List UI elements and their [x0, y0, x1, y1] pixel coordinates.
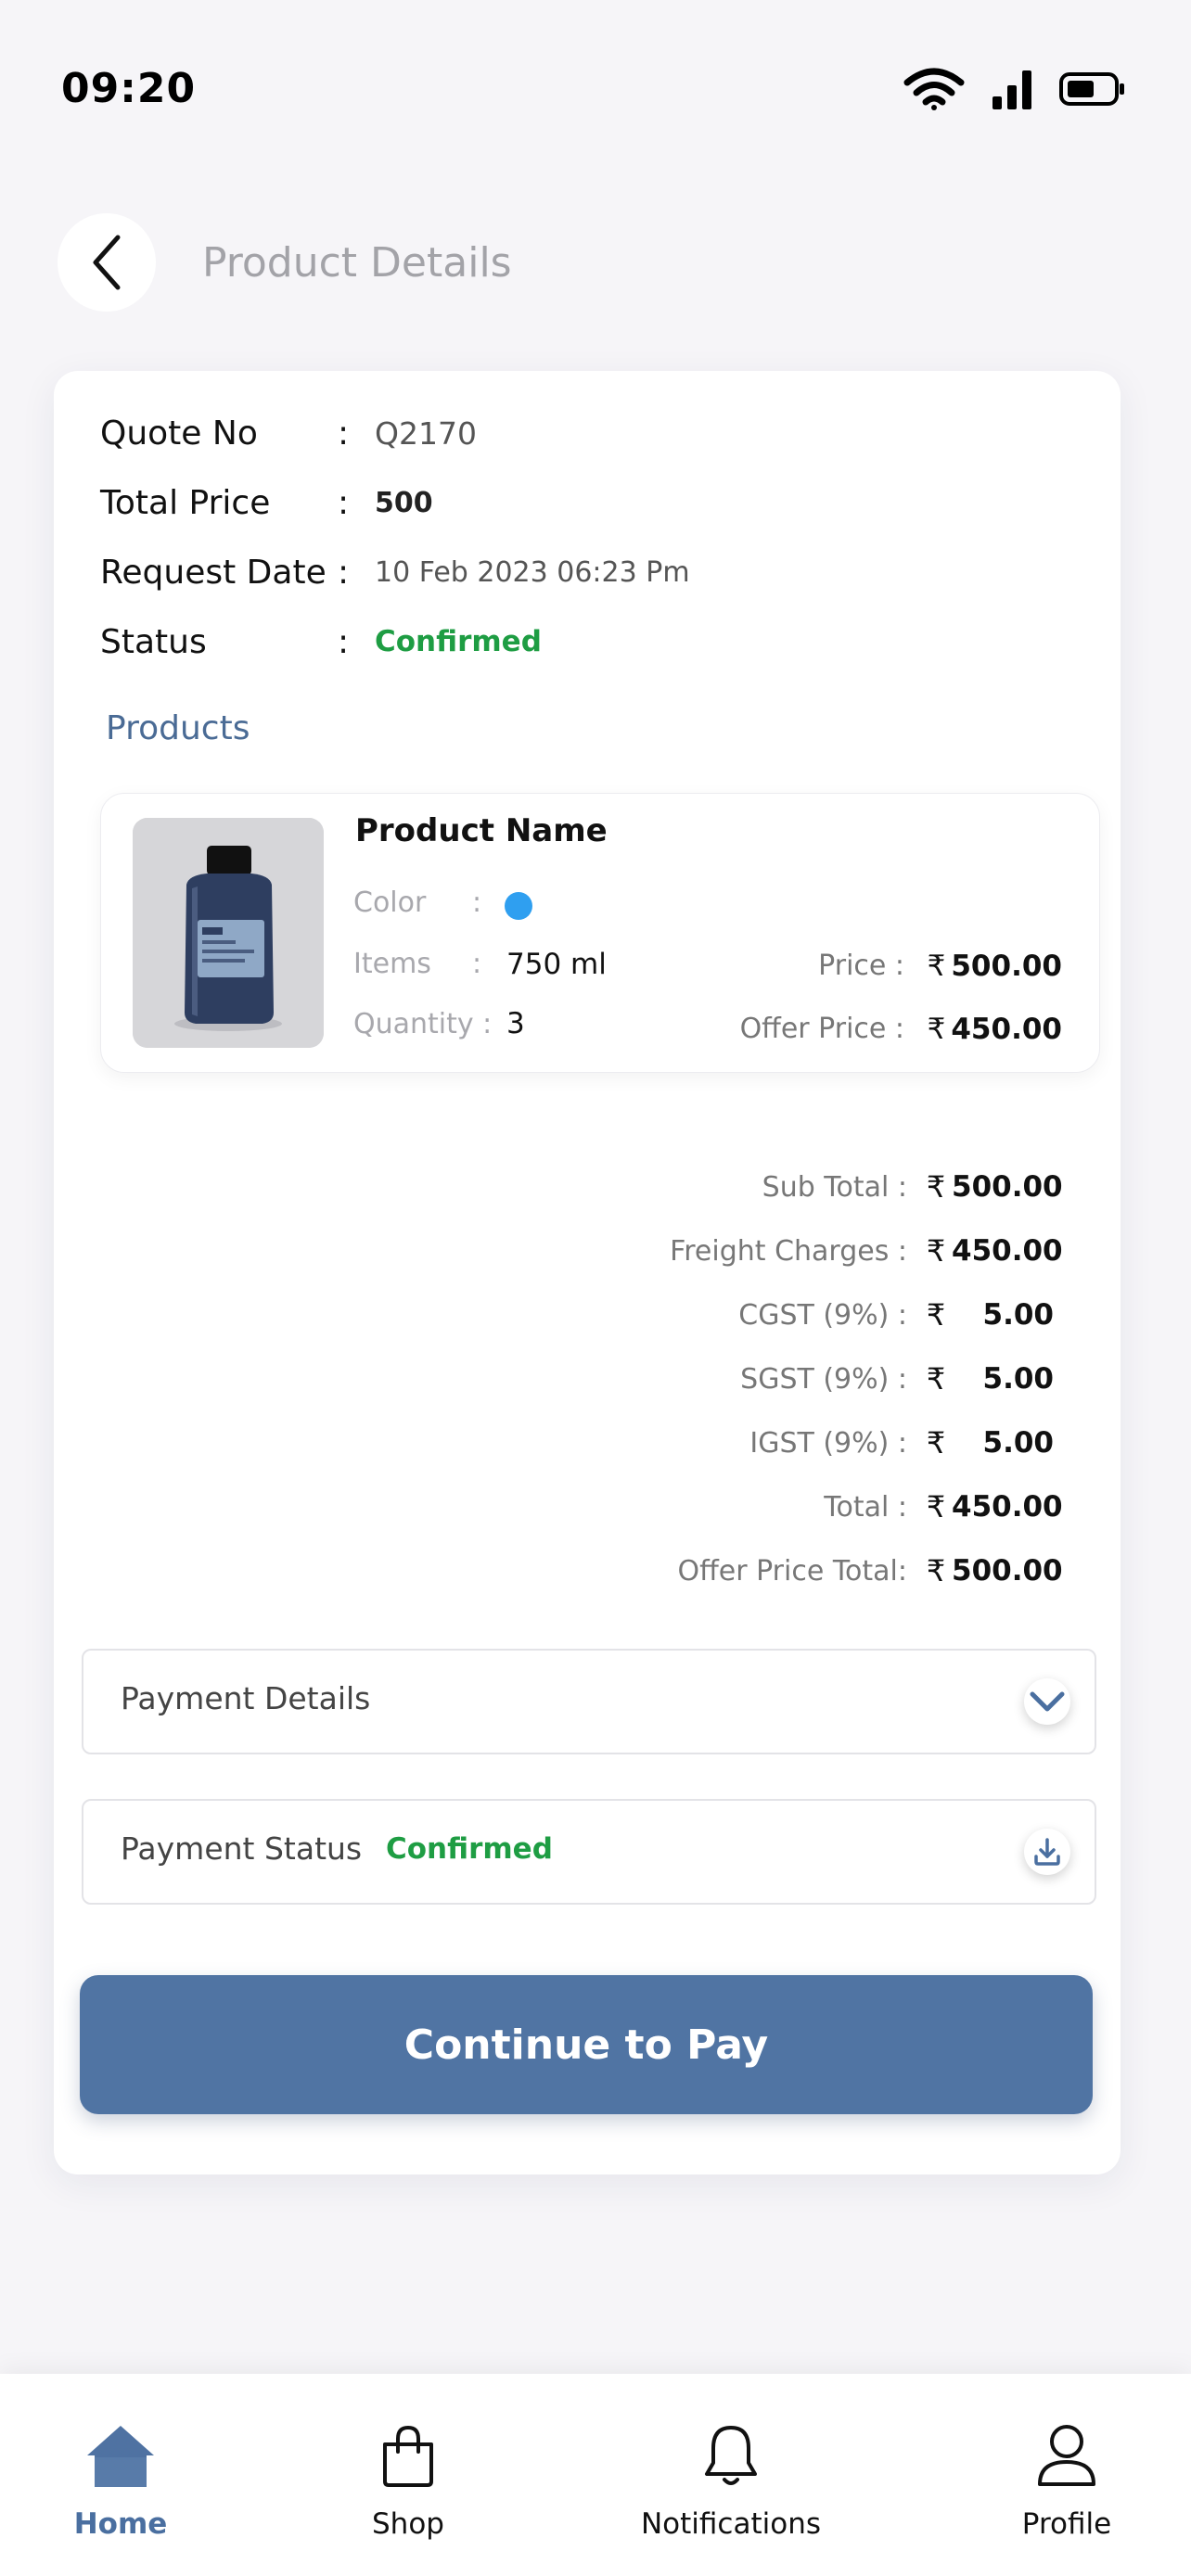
color-label: Color: [353, 886, 427, 919]
continue-to-pay-button[interactable]: Continue to Pay: [80, 1975, 1093, 2114]
colon: :: [338, 622, 350, 661]
chevron-down-icon: [1030, 1691, 1065, 1712]
total-price-row: Total Price : 500: [100, 475, 433, 530]
price-label: Price :: [818, 950, 904, 982]
nav-label-notifications: Notifications: [640, 2507, 822, 2541]
offer-price-label: Offer Price :: [739, 1013, 904, 1045]
offer-price-total-value: 500.00: [952, 1554, 1063, 1588]
ink-bottle-icon: [133, 818, 324, 1048]
shopping-bag-icon: [379, 2418, 437, 2493]
colon: :: [338, 553, 350, 592]
sub-total-value: 500.00: [952, 1170, 1063, 1204]
back-button[interactable]: [58, 213, 156, 312]
colon: :: [472, 886, 482, 919]
quote-no-label: Quote No: [100, 414, 258, 453]
products-section-title: Products: [106, 709, 250, 747]
payment-status-value: Confirmed: [386, 1832, 553, 1866]
nav-label-profile: Profile: [1021, 2507, 1112, 2541]
rupee-icon: ₹: [926, 1233, 946, 1269]
colon: :: [472, 948, 482, 980]
payment-status-label: Payment Status: [121, 1830, 363, 1867]
total-price-label: Total Price: [100, 483, 271, 522]
freight-charges-value: 450.00: [952, 1234, 1063, 1268]
bell-icon: [702, 2418, 760, 2493]
product-card[interactable]: Product Name Color : Items : 750 ml Quan…: [100, 793, 1100, 1073]
total-row: Total : ₹ 450.00: [824, 1484, 1063, 1530]
rupee-icon: ₹: [926, 1425, 946, 1460]
status-row: Status : Confirmed: [100, 614, 542, 670]
items-value: 750 ml: [506, 948, 607, 981]
nav-item-shop[interactable]: Shop: [343, 2374, 473, 2576]
igst-label: IGST (9%) :: [749, 1426, 907, 1460]
freight-charges-label: Freight Charges :: [670, 1234, 907, 1268]
total-label: Total :: [824, 1490, 907, 1524]
page-title: Product Details: [202, 239, 512, 287]
sub-total-label: Sub Total :: [762, 1170, 907, 1204]
price-value: ₹500.00: [927, 950, 1062, 983]
payment-status-box: Payment Status Confirmed: [82, 1799, 1096, 1905]
cgst-value: 5.00: [982, 1298, 1055, 1332]
igst-value: 5.00: [982, 1426, 1055, 1460]
igst-row: IGST (9%) : ₹ 5.00: [749, 1420, 1054, 1466]
nav-item-home[interactable]: Home: [56, 2374, 186, 2576]
status-time: 09:20: [61, 65, 197, 112]
sgst-value: 5.00: [982, 1362, 1055, 1396]
rupee-icon: ₹: [927, 1013, 946, 1046]
quantity-value: 3: [506, 1007, 525, 1040]
request-date-row: Request Date : 10 Feb 2023 06:23 Pm: [100, 544, 690, 600]
total-price-value: 500: [375, 486, 433, 519]
quote-no-value: Q2170: [375, 414, 477, 452]
cellular-signal-icon: [991, 69, 1033, 113]
nav-item-notifications[interactable]: Notifications: [638, 2374, 824, 2576]
cgst-row: CGST (9%) : ₹ 5.00: [738, 1292, 1054, 1338]
colon: :: [338, 414, 350, 453]
expand-button[interactable]: [1024, 1678, 1070, 1725]
battery-icon: [1059, 70, 1126, 111]
rupee-icon: ₹: [927, 950, 946, 983]
home-icon: [85, 2418, 156, 2493]
product-name: Product Name: [355, 812, 608, 849]
colon: :: [338, 483, 350, 522]
user-icon: [1036, 2418, 1097, 2493]
rupee-icon: ₹: [926, 1297, 946, 1333]
wifi-icon: [903, 68, 965, 114]
payment-details-dropdown[interactable]: Payment Details: [82, 1649, 1096, 1754]
rupee-icon: ₹: [926, 1553, 946, 1588]
request-date-value: 10 Feb 2023 06:23 Pm: [375, 555, 690, 589]
download-icon: [1034, 1838, 1060, 1866]
sub-total-row: Sub Total : ₹ 500.00: [762, 1164, 1063, 1210]
rupee-icon: ₹: [926, 1169, 946, 1205]
freight-charges-row: Freight Charges : ₹ 450.00: [670, 1228, 1063, 1274]
nav-label-home: Home: [73, 2507, 168, 2541]
rupee-icon: ₹: [926, 1489, 946, 1524]
nav-item-profile[interactable]: Profile: [1002, 2374, 1132, 2576]
download-button[interactable]: [1024, 1829, 1070, 1875]
rupee-icon: ₹: [926, 1361, 946, 1396]
quote-details-card: Quote No : Q2170 Total Price : 500 Reque…: [54, 371, 1121, 2174]
nav-label-shop: Shop: [372, 2507, 444, 2541]
offer-price-total-row: Offer Price Total: ₹ 500.00: [677, 1548, 1063, 1594]
quantity-label: Quantity :: [353, 1008, 493, 1040]
status-label: Status: [100, 622, 207, 661]
cgst-label: CGST (9%) :: [738, 1298, 907, 1332]
bottom-navigation: Home Shop Notifications Profile: [0, 2374, 1191, 2576]
quote-no-row: Quote No : Q2170: [100, 405, 477, 461]
payment-details-label: Payment Details: [121, 1680, 371, 1716]
items-label: Items: [353, 948, 431, 980]
sgst-row: SGST (9%) : ₹ 5.00: [740, 1356, 1054, 1402]
offer-price-value: ₹450.00: [927, 1013, 1062, 1046]
color-swatch: [505, 892, 532, 920]
status-icons: [903, 68, 1126, 114]
status-value: Confirmed: [375, 625, 542, 658]
request-date-label: Request Date: [100, 553, 327, 592]
sgst-label: SGST (9%) :: [740, 1362, 907, 1396]
product-image: [133, 818, 324, 1048]
chevron-left-icon: [93, 235, 121, 290]
total-value: 450.00: [952, 1490, 1063, 1524]
offer-price-total-label: Offer Price Total:: [677, 1554, 908, 1588]
